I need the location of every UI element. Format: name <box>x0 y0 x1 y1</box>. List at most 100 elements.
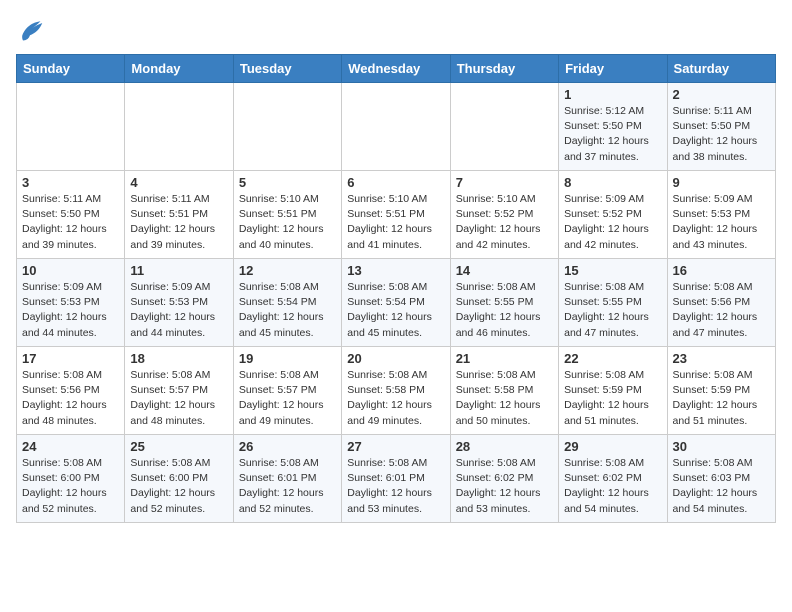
day-info: Sunrise: 5:08 AMSunset: 5:56 PMDaylight:… <box>673 280 770 341</box>
day-number: 23 <box>673 351 770 366</box>
calendar-cell: 25 Sunrise: 5:08 AMSunset: 6:00 PMDayligh… <box>125 435 233 523</box>
calendar-cell: 30 Sunrise: 5:08 AMSunset: 6:03 PMDayligh… <box>667 435 775 523</box>
day-number: 5 <box>239 175 336 190</box>
calendar-cell: 22 Sunrise: 5:08 AMSunset: 5:59 PMDayligh… <box>559 347 667 435</box>
day-info: Sunrise: 5:09 AMSunset: 5:53 PMDaylight:… <box>22 280 119 341</box>
calendar-cell <box>17 83 125 171</box>
day-number: 27 <box>347 439 444 454</box>
day-number: 1 <box>564 87 661 102</box>
calendar-cell: 28 Sunrise: 5:08 AMSunset: 6:02 PMDayligh… <box>450 435 558 523</box>
day-number: 15 <box>564 263 661 278</box>
day-info: Sunrise: 5:10 AMSunset: 5:51 PMDaylight:… <box>347 192 444 253</box>
calendar-cell: 9 Sunrise: 5:09 AMSunset: 5:53 PMDaylight… <box>667 171 775 259</box>
day-number: 7 <box>456 175 553 190</box>
day-number: 13 <box>347 263 444 278</box>
day-number: 29 <box>564 439 661 454</box>
calendar-week-row: 3 Sunrise: 5:11 AMSunset: 5:50 PMDaylight… <box>17 171 776 259</box>
day-number: 3 <box>22 175 119 190</box>
day-info: Sunrise: 5:08 AMSunset: 5:57 PMDaylight:… <box>130 368 227 429</box>
calendar-cell: 1 Sunrise: 5:12 AMSunset: 5:50 PMDaylight… <box>559 83 667 171</box>
day-number: 17 <box>22 351 119 366</box>
day-number: 6 <box>347 175 444 190</box>
day-info: Sunrise: 5:09 AMSunset: 5:53 PMDaylight:… <box>673 192 770 253</box>
calendar-cell: 19 Sunrise: 5:08 AMSunset: 5:57 PMDayligh… <box>233 347 341 435</box>
calendar-cell <box>342 83 450 171</box>
day-header-wednesday: Wednesday <box>342 55 450 83</box>
day-info: Sunrise: 5:08 AMSunset: 5:55 PMDaylight:… <box>456 280 553 341</box>
calendar-week-row: 17 Sunrise: 5:08 AMSunset: 5:56 PMDayligh… <box>17 347 776 435</box>
calendar-cell: 3 Sunrise: 5:11 AMSunset: 5:50 PMDaylight… <box>17 171 125 259</box>
day-number: 26 <box>239 439 336 454</box>
calendar-cell: 7 Sunrise: 5:10 AMSunset: 5:52 PMDaylight… <box>450 171 558 259</box>
day-info: Sunrise: 5:08 AMSunset: 6:01 PMDaylight:… <box>239 456 336 517</box>
calendar-week-row: 10Sunrise: 5:09 AMSunset: 5:53 PMDayligh… <box>17 259 776 347</box>
day-info: Sunrise: 5:08 AMSunset: 5:55 PMDaylight:… <box>564 280 661 341</box>
day-number: 28 <box>456 439 553 454</box>
calendar-cell: 4 Sunrise: 5:11 AMSunset: 5:51 PMDaylight… <box>125 171 233 259</box>
day-number: 12 <box>239 263 336 278</box>
calendar-cell: 21 Sunrise: 5:08 AMSunset: 5:58 PMDayligh… <box>450 347 558 435</box>
day-number: 30 <box>673 439 770 454</box>
calendar-cell: 24 Sunrise: 5:08 AMSunset: 6:00 PMDayligh… <box>17 435 125 523</box>
logo <box>16 16 48 44</box>
calendar-header-row: SundayMondayTuesdayWednesdayThursdayFrid… <box>17 55 776 83</box>
day-info: Sunrise: 5:08 AMSunset: 5:58 PMDaylight:… <box>456 368 553 429</box>
logo-bird-icon <box>16 16 44 44</box>
day-number: 8 <box>564 175 661 190</box>
calendar-table: SundayMondayTuesdayWednesdayThursdayFrid… <box>16 54 776 523</box>
day-info: Sunrise: 5:11 AMSunset: 5:50 PMDaylight:… <box>22 192 119 253</box>
day-info: Sunrise: 5:08 AMSunset: 5:59 PMDaylight:… <box>673 368 770 429</box>
day-number: 16 <box>673 263 770 278</box>
day-info: Sunrise: 5:08 AMSunset: 6:03 PMDaylight:… <box>673 456 770 517</box>
day-number: 19 <box>239 351 336 366</box>
day-info: Sunrise: 5:08 AMSunset: 6:00 PMDaylight:… <box>130 456 227 517</box>
day-info: Sunrise: 5:08 AMSunset: 5:59 PMDaylight:… <box>564 368 661 429</box>
day-number: 2 <box>673 87 770 102</box>
day-number: 18 <box>130 351 227 366</box>
page-header <box>16 16 776 44</box>
day-number: 20 <box>347 351 444 366</box>
day-number: 4 <box>130 175 227 190</box>
day-number: 25 <box>130 439 227 454</box>
day-header-friday: Friday <box>559 55 667 83</box>
calendar-cell: 15 Sunrise: 5:08 AMSunset: 5:55 PMDayligh… <box>559 259 667 347</box>
day-number: 24 <box>22 439 119 454</box>
day-info: Sunrise: 5:08 AMSunset: 5:57 PMDaylight:… <box>239 368 336 429</box>
calendar-cell: 2 Sunrise: 5:11 AMSunset: 5:50 PMDaylight… <box>667 83 775 171</box>
day-number: 9 <box>673 175 770 190</box>
day-header-sunday: Sunday <box>17 55 125 83</box>
day-number: 11 <box>130 263 227 278</box>
day-info: Sunrise: 5:08 AMSunset: 6:01 PMDaylight:… <box>347 456 444 517</box>
day-info: Sunrise: 5:08 AMSunset: 6:00 PMDaylight:… <box>22 456 119 517</box>
calendar-cell: 29 Sunrise: 5:08 AMSunset: 6:02 PMDayligh… <box>559 435 667 523</box>
day-info: Sunrise: 5:08 AMSunset: 6:02 PMDaylight:… <box>456 456 553 517</box>
calendar-cell: 14 Sunrise: 5:08 AMSunset: 5:55 PMDayligh… <box>450 259 558 347</box>
day-header-thursday: Thursday <box>450 55 558 83</box>
day-info: Sunrise: 5:09 AMSunset: 5:53 PMDaylight:… <box>130 280 227 341</box>
day-info: Sunrise: 5:10 AMSunset: 5:52 PMDaylight:… <box>456 192 553 253</box>
day-info: Sunrise: 5:08 AMSunset: 5:56 PMDaylight:… <box>22 368 119 429</box>
day-info: Sunrise: 5:11 AMSunset: 5:50 PMDaylight:… <box>673 104 770 165</box>
day-number: 21 <box>456 351 553 366</box>
day-info: Sunrise: 5:10 AMSunset: 5:51 PMDaylight:… <box>239 192 336 253</box>
calendar-cell: 16 Sunrise: 5:08 AMSunset: 5:56 PMDayligh… <box>667 259 775 347</box>
day-info: Sunrise: 5:12 AMSunset: 5:50 PMDaylight:… <box>564 104 661 165</box>
calendar-week-row: 24 Sunrise: 5:08 AMSunset: 6:00 PMDayligh… <box>17 435 776 523</box>
day-info: Sunrise: 5:11 AMSunset: 5:51 PMDaylight:… <box>130 192 227 253</box>
calendar-cell: 12 Sunrise: 5:08 AMSunset: 5:54 PMDayligh… <box>233 259 341 347</box>
calendar-cell: 11 Sunrise: 5:09 AMSunset: 5:53 PMDayligh… <box>125 259 233 347</box>
day-number: 14 <box>456 263 553 278</box>
day-number: 22 <box>564 351 661 366</box>
day-header-monday: Monday <box>125 55 233 83</box>
calendar-cell: 20Sunrise: 5:08 AMSunset: 5:58 PMDayligh… <box>342 347 450 435</box>
calendar-cell: 18 Sunrise: 5:08 AMSunset: 5:57 PMDayligh… <box>125 347 233 435</box>
calendar-week-row: 1 Sunrise: 5:12 AMSunset: 5:50 PMDaylight… <box>17 83 776 171</box>
day-info: Sunrise: 5:08 AMSunset: 6:02 PMDaylight:… <box>564 456 661 517</box>
day-info: Sunrise: 5:09 AMSunset: 5:52 PMDaylight:… <box>564 192 661 253</box>
calendar-cell <box>125 83 233 171</box>
calendar-cell <box>450 83 558 171</box>
day-info: Sunrise: 5:08 AMSunset: 5:54 PMDaylight:… <box>347 280 444 341</box>
day-info: Sunrise: 5:08 AMSunset: 5:54 PMDaylight:… <box>239 280 336 341</box>
calendar-cell: 5 Sunrise: 5:10 AMSunset: 5:51 PMDaylight… <box>233 171 341 259</box>
calendar-cell: 17 Sunrise: 5:08 AMSunset: 5:56 PMDayligh… <box>17 347 125 435</box>
